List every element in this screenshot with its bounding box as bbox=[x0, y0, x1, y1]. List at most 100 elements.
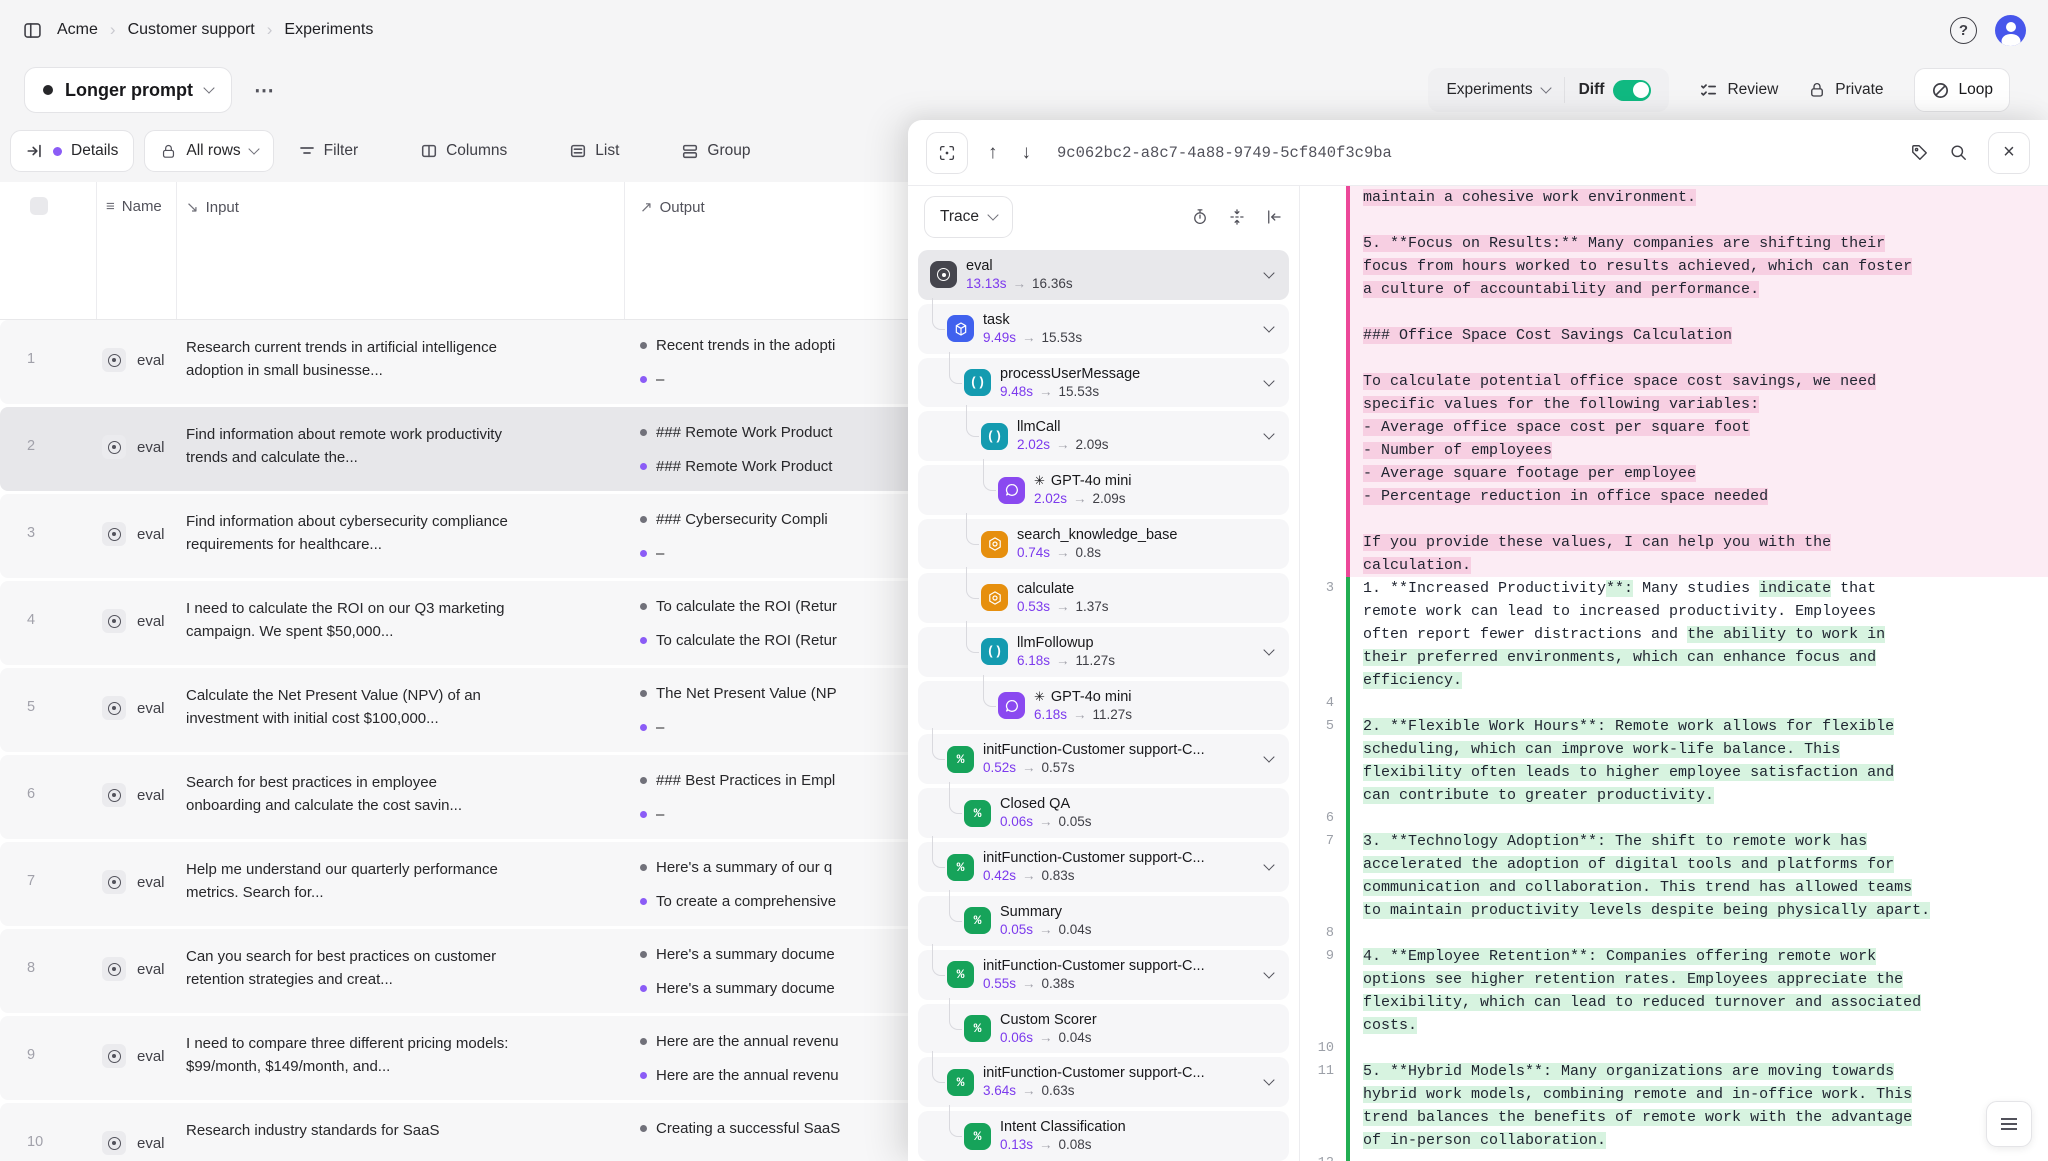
trace-span-row[interactable]: %initFunction-Customer support-C...3.64s… bbox=[918, 1057, 1289, 1107]
timing-icon[interactable] bbox=[1191, 208, 1209, 226]
details-label: Details bbox=[71, 142, 118, 160]
previous-row-button[interactable]: ↑ bbox=[984, 142, 1002, 164]
diff-line-content: a culture of accountability and performa… bbox=[1350, 278, 2048, 301]
breadcrumb-section[interactable]: Experiments bbox=[284, 21, 373, 39]
trace-span-row[interactable]: calculate0.53s→1.37s bbox=[918, 573, 1289, 623]
loop-label: Loop bbox=[1959, 81, 1993, 99]
close-panel-button[interactable]: × bbox=[1988, 132, 2030, 174]
experiments-view-dropdown[interactable]: Experiments bbox=[1432, 81, 1563, 99]
sidebar-toggle-icon[interactable] bbox=[22, 20, 43, 41]
column-header-output[interactable]: ↗ Output bbox=[640, 198, 705, 216]
row-index: 3 bbox=[27, 525, 35, 541]
column-divider bbox=[624, 182, 625, 319]
row-output: To calculate the ROI (ReturTo calculate … bbox=[640, 589, 920, 657]
table-row[interactable]: 3evalFind information about cybersecurit… bbox=[0, 494, 920, 578]
trace-span-row[interactable]: %Closed QA0.06s→0.05s bbox=[918, 788, 1289, 838]
eval-icon bbox=[102, 957, 126, 981]
row-output: Here are the annual revenuHere are the a… bbox=[640, 1024, 920, 1092]
table-row[interactable]: 10evalResearch industry standards for Sa… bbox=[0, 1103, 920, 1161]
details-button[interactable]: Details bbox=[10, 130, 134, 172]
search-icon[interactable] bbox=[1949, 143, 1968, 162]
private-label: Private bbox=[1835, 81, 1883, 99]
collapse-panel-left-icon[interactable] bbox=[1265, 208, 1283, 226]
private-button[interactable]: Private bbox=[1808, 81, 1883, 99]
arrow-right-icon: → bbox=[1073, 491, 1087, 506]
diff-line-content bbox=[1350, 301, 2048, 324]
span-name: search_knowledge_base bbox=[1017, 526, 1177, 544]
diff-toggle[interactable] bbox=[1613, 80, 1651, 101]
trace-span-row[interactable]: %Custom Scorer0.06s→0.04s bbox=[918, 1004, 1289, 1054]
output-bullet-base bbox=[640, 777, 647, 784]
table-row[interactable]: 9evalI need to compare three different p… bbox=[0, 1016, 920, 1100]
review-button[interactable]: Review bbox=[1699, 81, 1778, 100]
help-icon[interactable]: ? bbox=[1950, 17, 1977, 44]
breadcrumb-project[interactable]: Customer support bbox=[128, 21, 255, 39]
more-menu-button[interactable]: ⋯ bbox=[254, 78, 276, 103]
trace-span-row[interactable]: %Summary0.05s→0.04s bbox=[918, 896, 1289, 946]
row-index: 7 bbox=[27, 873, 35, 889]
table-row[interactable]: 7evalHelp me understand our quarterly pe… bbox=[0, 842, 920, 926]
output-text: ### Best Practices in Empl bbox=[656, 772, 835, 789]
table-row[interactable]: 4evalI need to calculate the ROI on our … bbox=[0, 581, 920, 665]
duration-base: 0.13s bbox=[1000, 1137, 1033, 1152]
trace-span-row[interactable]: %Intent Classification0.13s→0.08s bbox=[918, 1111, 1289, 1161]
expand-collapse-rows-icon[interactable] bbox=[1228, 208, 1246, 226]
diff-line-content: ### Office Space Cost Savings Calculatio… bbox=[1350, 324, 2048, 347]
trace-tree-toolbar: Trace bbox=[908, 186, 1299, 248]
diff-line-content bbox=[1350, 692, 2048, 715]
output-line: ### Cybersecurity Compli bbox=[640, 502, 920, 536]
trace-span-row[interactable]: task9.49s→15.53s bbox=[918, 304, 1289, 354]
trace-view-dropdown[interactable]: Trace bbox=[924, 196, 1013, 238]
column-header-name[interactable]: ≡ Name bbox=[106, 198, 162, 215]
trace-span-row[interactable]: ()processUserMessage9.48s→15.53s bbox=[918, 358, 1289, 408]
output-line: Here's a summary docume bbox=[640, 971, 920, 1005]
raw-view-button[interactable] bbox=[1986, 1101, 2032, 1147]
diff-line: 6 bbox=[1300, 807, 2048, 830]
trace-span-row[interactable]: search_knowledge_base0.74s→0.8s bbox=[918, 519, 1289, 569]
diff-line-content: If you provide these values, I can help … bbox=[1350, 531, 2048, 554]
trace-span-row[interactable]: ✳GPT-4o mini2.02s→2.09s bbox=[918, 465, 1289, 515]
span-name: initFunction-Customer support-C... bbox=[983, 1064, 1205, 1082]
column-header-input[interactable]: ↘ Input bbox=[186, 198, 239, 216]
table-row[interactable]: 8evalCan you search for best practices o… bbox=[0, 929, 920, 1013]
table-row[interactable]: 1evalResearch current trends in artifici… bbox=[0, 320, 920, 404]
llm-chat-icon bbox=[998, 477, 1025, 504]
trace-panel-header: ↑ ↓ 9c062bc2-a8c7-4a88-9749-5cf840f3c9ba… bbox=[908, 120, 2048, 186]
avatar[interactable] bbox=[1995, 15, 2026, 46]
output-bullet-experiment bbox=[640, 811, 647, 818]
tree-connector bbox=[983, 675, 996, 707]
trace-span-row[interactable]: %initFunction-Customer support-C...0.55s… bbox=[918, 950, 1289, 1000]
trace-span-row[interactable]: %initFunction-Customer support-C...0.42s… bbox=[918, 842, 1289, 892]
trace-span-row[interactable]: eval13.13s→16.36s bbox=[918, 250, 1289, 300]
diff-line-content: calculation. bbox=[1350, 554, 2048, 577]
row-input: I need to calculate the ROI on our Q3 ma… bbox=[186, 598, 516, 643]
arrow-right-icon: → bbox=[1022, 330, 1036, 345]
loop-button[interactable]: Loop bbox=[1914, 68, 2010, 112]
trace-span-row[interactable]: %initFunction-Customer support-C...0.52s… bbox=[918, 734, 1289, 784]
table-row[interactable]: 2evalFind information about remote work … bbox=[0, 407, 920, 491]
diff-line-content: 2. **Flexible Work Hours**: Remote work … bbox=[1350, 715, 2048, 738]
diff-line: 115. **Hybrid Models**: Many organizatio… bbox=[1300, 1060, 2048, 1083]
rows-filter-dropdown[interactable]: All rows bbox=[144, 130, 273, 172]
trace-span-row[interactable]: ()llmFollowup6.18s→11.27s bbox=[918, 627, 1289, 677]
tag-icon[interactable] bbox=[1910, 143, 1929, 162]
trace-span-row[interactable]: ✳GPT-4o mini6.18s→11.27s bbox=[918, 681, 1289, 731]
columns-button[interactable]: Columns bbox=[406, 142, 521, 160]
experiment-selector[interactable]: Longer prompt bbox=[24, 67, 232, 113]
span-name: initFunction-Customer support-C... bbox=[983, 957, 1205, 975]
trace-span-row[interactable]: ()llmCall2.02s→2.09s bbox=[918, 411, 1289, 461]
focus-trace-button[interactable] bbox=[926, 132, 968, 174]
table-row[interactable]: 6evalSearch for best practices in employ… bbox=[0, 755, 920, 839]
line-number bbox=[1300, 738, 1346, 761]
group-button[interactable]: Group bbox=[667, 142, 764, 160]
arrow-right-icon: → bbox=[1073, 707, 1087, 722]
select-all-checkbox[interactable] bbox=[30, 197, 48, 215]
row-name: eval bbox=[137, 874, 165, 891]
diff-line-content: focus from hours worked to results achie… bbox=[1350, 255, 2048, 278]
breadcrumb-org[interactable]: Acme bbox=[57, 21, 98, 39]
filter-button[interactable]: Filter bbox=[284, 142, 372, 160]
list-button[interactable]: List bbox=[555, 142, 633, 160]
output-diff-viewer[interactable]: maintain a cohesive work environment.5. … bbox=[1300, 186, 2048, 1161]
table-row[interactable]: 5evalCalculate the Net Present Value (NP… bbox=[0, 668, 920, 752]
next-row-button[interactable]: ↓ bbox=[1018, 142, 1036, 164]
